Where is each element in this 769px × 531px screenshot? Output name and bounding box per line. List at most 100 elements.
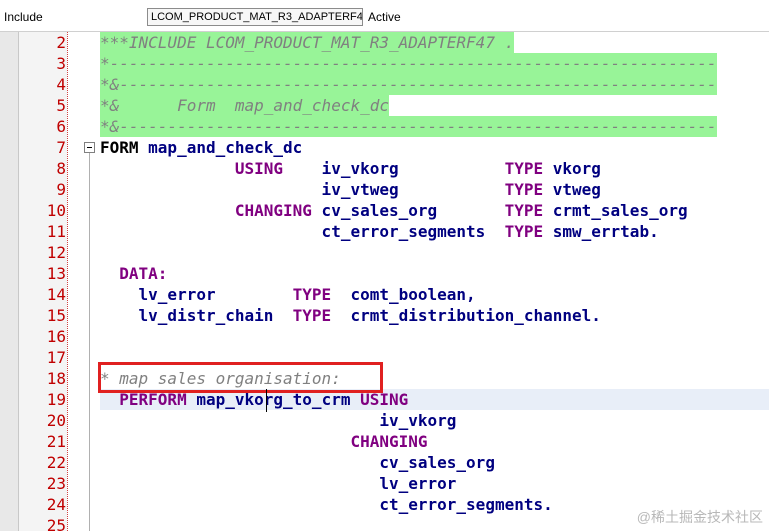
identifier-token: iv_vkorg — [100, 411, 457, 430]
identifier-token: vkorg — [543, 159, 601, 178]
code-line[interactable]: 3 *--------------------------------------… — [0, 53, 769, 74]
line-number: 17 — [46, 348, 66, 367]
code-text: DATA: — [100, 263, 167, 284]
keyword-token: FORM — [100, 138, 139, 157]
code-line[interactable]: 23 lv_error — [0, 473, 769, 494]
line-number: 24 — [46, 495, 66, 514]
code-line[interactable]: 15 lv_distr_chain TYPE crmt_distribution… — [0, 305, 769, 326]
code-text: ct_error_segments. — [100, 494, 553, 515]
keyword-token: DATA: — [100, 264, 168, 283]
code-text: cv_sales_org — [100, 452, 495, 473]
editor-header: Include LCOM_PRODUCT_MAT_R3_ADAPTERF47 A… — [0, 0, 769, 32]
keyword-token: TYPE — [504, 180, 544, 199]
line-number: 4 — [56, 75, 66, 94]
keyword-token: CHANGING — [100, 201, 312, 220]
comment-token: *&--------------------------------------… — [100, 75, 717, 94]
identifier-token: iv_vkorg — [283, 159, 505, 178]
line-number: 14 — [46, 285, 66, 304]
collapse-form-icon[interactable] — [84, 142, 95, 153]
code-text: FORM map_and_check_dc — [100, 137, 302, 158]
code-line[interactable]: 6 *&-------------------------------------… — [0, 116, 769, 137]
identifier-token: crmt_distribution_channel. — [331, 306, 601, 325]
comment-token: *& Form map_and_check_dc — [100, 96, 389, 115]
keyword-token: TYPE — [504, 201, 544, 220]
line-number: 11 — [46, 222, 66, 241]
code-text: lv_error — [100, 473, 456, 494]
keyword-token: CHANGING — [100, 432, 428, 451]
code-line[interactable]: 12 — [0, 242, 769, 263]
keyword-token: TYPE — [504, 159, 544, 178]
include-name-field[interactable]: LCOM_PRODUCT_MAT_R3_ADAPTERF47 — [147, 8, 363, 26]
code-editor[interactable]: 2 ***INCLUDE LCOM_PRODUCT_MAT_R3_ADAPTERF… — [0, 32, 769, 531]
identifier-token: lv_error — [100, 285, 293, 304]
line-number: 6 — [56, 117, 66, 136]
line-number: 9 — [56, 180, 66, 199]
code-text: iv_vtweg TYPE vtweg — [100, 179, 601, 200]
line-number: 10 — [46, 201, 66, 220]
status-label: Active — [368, 10, 401, 24]
line-number: 16 — [46, 327, 66, 346]
code-line[interactable]: 4 *&-------------------------------------… — [0, 74, 769, 95]
comment-token: *&--------------------------------------… — [100, 117, 717, 136]
code-line[interactable]: 16 — [0, 326, 769, 347]
code-line[interactable]: 8 USING iv_vkorg TYPE vkorg — [0, 158, 769, 179]
code-text: lv_distr_chain TYPE crmt_distribution_ch… — [100, 305, 601, 326]
code-text: *&--------------------------------------… — [100, 116, 717, 137]
include-label: Include — [4, 10, 43, 24]
line-number: 7 — [56, 138, 66, 157]
text-cursor — [266, 389, 267, 412]
identifier-token: crmt_sales_org — [543, 201, 688, 220]
code-line[interactable]: 10 CHANGING cv_sales_org TYPE crmt_sales… — [0, 200, 769, 221]
comment-token: *---------------------------------------… — [100, 54, 717, 73]
watermark: @稀土掘金技术社区 — [636, 509, 763, 525]
code-text: *& Form map_and_check_dc — [100, 95, 389, 116]
code-line[interactable]: 7 FORM map_and_check_dc — [0, 137, 769, 158]
identifier-token: iv_vtweg — [100, 180, 505, 199]
identifier-token: vtweg — [543, 180, 601, 199]
line-number: 19 — [46, 390, 66, 409]
code-line[interactable]: 13 DATA: — [0, 263, 769, 284]
identifier-token: lv_error — [100, 474, 457, 493]
line-number: 20 — [46, 411, 66, 430]
code-line[interactable]: 11 ct_error_segments TYPE smw_errtab. — [0, 221, 769, 242]
keyword-token: USING — [100, 159, 284, 178]
identifier-token: ct_error_segments. — [100, 495, 553, 514]
line-number: 25 — [46, 516, 66, 531]
line-number: 23 — [46, 474, 66, 493]
annotation-highlight-box — [98, 362, 383, 393]
keyword-token: TYPE — [292, 306, 332, 325]
code-text: lv_error TYPE comt_boolean, — [100, 284, 476, 305]
line-number: 2 — [56, 33, 66, 52]
identifier-token: map_and_check_dc — [138, 138, 303, 157]
identifier-token: smw_errtab. — [543, 222, 659, 241]
code-text: *---------------------------------------… — [100, 53, 717, 74]
code-line[interactable]: 5 *& Form map_and_check_dc — [0, 95, 769, 116]
identifier-token: ct_error_segments — [100, 222, 505, 241]
code-text: *&--------------------------------------… — [100, 74, 717, 95]
code-line[interactable]: 2 ***INCLUDE LCOM_PRODUCT_MAT_R3_ADAPTERF… — [0, 32, 769, 53]
comment-token: ***INCLUDE LCOM_PRODUCT_MAT_R3_ADAPTERF4… — [100, 33, 515, 52]
code-line[interactable]: 22 cv_sales_org — [0, 452, 769, 473]
code-line[interactable]: 21 CHANGING — [0, 431, 769, 452]
line-number: 8 — [56, 159, 66, 178]
code-line[interactable]: 20 iv_vkorg — [0, 410, 769, 431]
code-text: CHANGING — [100, 431, 428, 452]
line-number: 3 — [56, 54, 66, 73]
identifier-token: lv_distr_chain — [100, 306, 293, 325]
identifier-token: cv_sales_org — [100, 453, 495, 472]
code-text: ct_error_segments TYPE smw_errtab. — [100, 221, 659, 242]
code-text: CHANGING cv_sales_org TYPE crmt_sales_or… — [100, 200, 688, 221]
identifier-token: comt_boolean, — [331, 285, 476, 304]
code-line[interactable]: 9 iv_vtweg TYPE vtweg — [0, 179, 769, 200]
keyword-token: TYPE — [504, 222, 544, 241]
line-number: 5 — [56, 96, 66, 115]
line-number: 22 — [46, 453, 66, 472]
line-number: 13 — [46, 264, 66, 283]
code-line[interactable]: 14 lv_error TYPE comt_boolean, — [0, 284, 769, 305]
code-text: USING iv_vkorg TYPE vkorg — [100, 158, 601, 179]
line-number: 18 — [46, 369, 66, 388]
line-number: 21 — [46, 432, 66, 451]
code-text: ***INCLUDE LCOM_PRODUCT_MAT_R3_ADAPTERF4… — [100, 32, 515, 53]
line-number: 12 — [46, 243, 66, 262]
identifier-token: cv_sales_org — [311, 201, 505, 220]
